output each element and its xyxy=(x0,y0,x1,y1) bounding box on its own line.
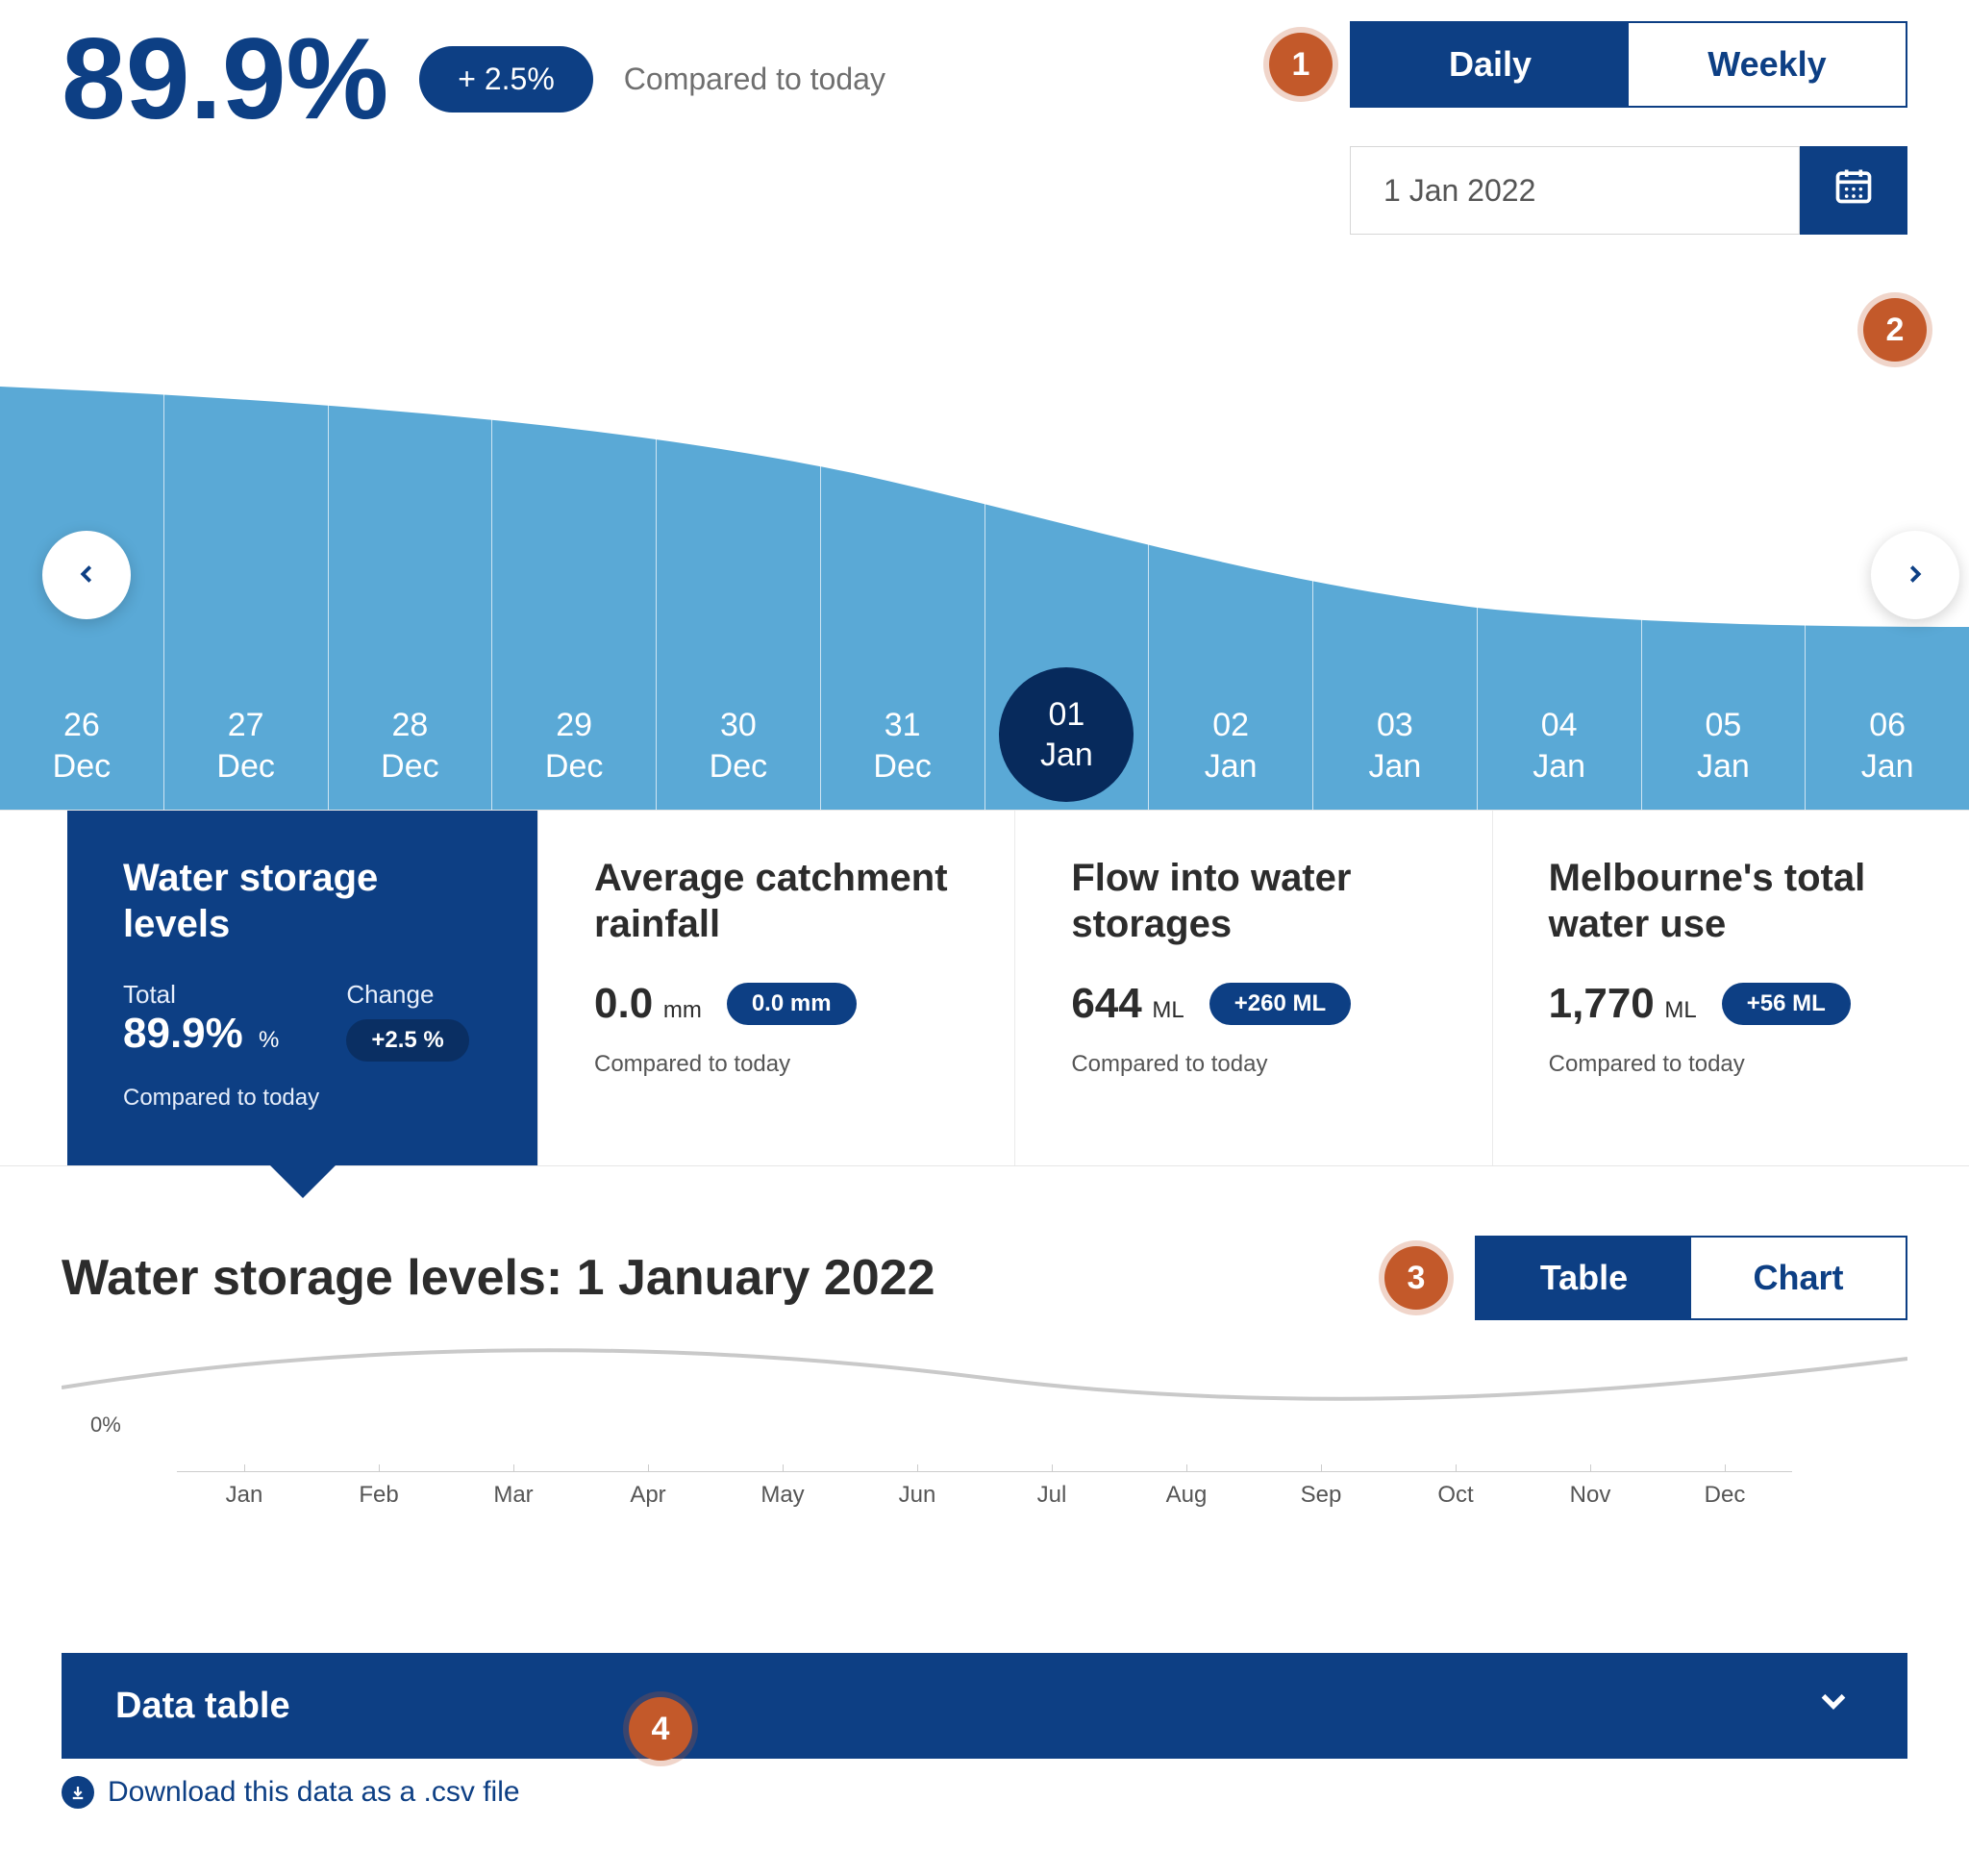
month-tick: Sep xyxy=(1254,1472,1388,1509)
card-compared: Compared to today xyxy=(1549,1051,1913,1078)
month-tick: Nov xyxy=(1523,1472,1657,1509)
calendar-icon xyxy=(1832,164,1875,217)
metric-cards: Water storage levels Total89.9% % Change +2… xyxy=(0,810,1969,1166)
day-label: 28Dec xyxy=(329,705,492,787)
toggle-daily-button[interactable]: Daily xyxy=(1352,23,1629,106)
month-tick: Apr xyxy=(581,1472,715,1509)
day-label: 02Jan xyxy=(1149,705,1312,787)
card-title: Melbourne's total water use xyxy=(1549,855,1913,947)
current-percentage: 89.9% xyxy=(62,21,388,137)
step-badge-1: 1 xyxy=(1269,33,1333,96)
card-title: Flow into water storages xyxy=(1071,855,1435,947)
toggle-weekly-button[interactable]: Weekly xyxy=(1629,23,1906,106)
month-tick: Jul xyxy=(984,1472,1119,1509)
download-label: Download this data as a .csv file xyxy=(108,1776,520,1809)
card-compared: Compared to today xyxy=(594,1051,959,1078)
card-delta-pill: +260 ML xyxy=(1209,983,1351,1025)
download-row: Download this data as a .csv file 4 xyxy=(62,1776,1907,1809)
chevron-down-icon xyxy=(1813,1681,1854,1731)
toggle-table-button[interactable]: Table xyxy=(1477,1238,1691,1318)
card-value: 89.9% % xyxy=(123,1010,279,1058)
data-table-accordion[interactable]: Data table xyxy=(62,1653,1907,1759)
chevron-right-icon xyxy=(1901,552,1930,598)
card-delta-pill: +56 ML xyxy=(1722,983,1851,1025)
accordion-label: Data table xyxy=(115,1686,290,1727)
detail-section: Water storage levels: 1 January 2022 3 T… xyxy=(0,1166,1969,1547)
day-column[interactable]: 04Jan xyxy=(1478,252,1642,810)
date-picker: 1 Jan 2022 xyxy=(1350,146,1907,235)
card-value: 644 ML xyxy=(1071,980,1184,1028)
day-label: 31Dec xyxy=(821,705,984,787)
month-tick: Dec xyxy=(1657,1472,1792,1509)
day-column[interactable]: 29Dec xyxy=(492,252,657,810)
day-label: 01Jan xyxy=(999,667,1134,802)
date-input[interactable]: 1 Jan 2022 xyxy=(1350,146,1800,235)
day-column[interactable]: 02Jan xyxy=(1149,252,1313,810)
month-tick: Aug xyxy=(1119,1472,1254,1509)
step-badge-2: 2 xyxy=(1863,298,1927,362)
step-badge-3: 3 xyxy=(1384,1246,1448,1310)
card-value: 1,770 ML xyxy=(1549,980,1697,1028)
metric-card[interactable]: Flow into water storages 644 ML +260 ML Com… xyxy=(1015,811,1492,1165)
card-compared: Compared to today xyxy=(123,1085,482,1112)
month-tick: May xyxy=(715,1472,850,1509)
day-label: 03Jan xyxy=(1313,705,1477,787)
daily-weekly-toggle: Daily Weekly xyxy=(1350,21,1907,108)
day-label: 30Dec xyxy=(657,705,820,787)
chevron-left-icon xyxy=(72,552,101,598)
step-badge-4: 4 xyxy=(629,1697,692,1761)
compared-label: Compared to today xyxy=(624,62,885,97)
day-label: 04Jan xyxy=(1478,705,1641,787)
metric-card[interactable]: Melbourne's total water use 1,770 ML +56 M… xyxy=(1493,811,1969,1165)
month-tick: Mar xyxy=(446,1472,581,1509)
month-tick: Oct xyxy=(1388,1472,1523,1509)
toggle-chart-button[interactable]: Chart xyxy=(1691,1238,1906,1318)
day-label: 26Dec xyxy=(0,705,163,787)
card-delta-pill: 0.0 mm xyxy=(727,983,857,1025)
delta-badge: + 2.5% xyxy=(419,46,593,113)
month-tick: Jun xyxy=(850,1472,984,1509)
download-icon xyxy=(62,1776,94,1809)
month-tick: Jan xyxy=(177,1472,312,1509)
day-column[interactable]: 01Jan xyxy=(985,252,1150,810)
card-sublabel: Total xyxy=(123,980,279,1010)
day-column[interactable]: 30Dec xyxy=(657,252,821,810)
day-label: 27Dec xyxy=(164,705,328,787)
day-column[interactable]: 31Dec xyxy=(821,252,985,810)
metric-card[interactable]: Water storage levels Total89.9% % Change +2… xyxy=(67,811,538,1165)
year-axis-chart: 0% JanFebMarAprMayJunJulAugSepOctNovDec xyxy=(62,1374,1907,1509)
day-column[interactable]: 27Dec xyxy=(164,252,329,810)
day-column[interactable]: 03Jan xyxy=(1313,252,1478,810)
card-compared: Compared to today xyxy=(1071,1051,1435,1078)
download-csv-link[interactable]: Download this data as a .csv file xyxy=(62,1776,520,1809)
header: 89.9% + 2.5% Compared to today 1 Daily W… xyxy=(0,0,1969,252)
day-label: 05Jan xyxy=(1642,705,1806,787)
day-label: 06Jan xyxy=(1806,705,1969,787)
card-delta-pill: +2.5 % xyxy=(346,1019,468,1062)
day-area-chart: 26Dec27Dec28Dec29Dec30Dec31Dec01Jan02Jan… xyxy=(0,252,1969,810)
table-chart-toggle: Table Chart xyxy=(1475,1236,1907,1320)
month-tick: Feb xyxy=(312,1472,446,1509)
day-label: 29Dec xyxy=(492,705,656,787)
card-value: 0.0 mm xyxy=(594,980,702,1028)
detail-title: Water storage levels: 1 January 2022 xyxy=(62,1249,935,1307)
next-day-button[interactable] xyxy=(1871,531,1959,619)
card-title: Average catchment rainfall xyxy=(594,855,959,947)
day-column[interactable]: 05Jan xyxy=(1642,252,1807,810)
prev-day-button[interactable] xyxy=(42,531,131,619)
card-title: Water storage levels xyxy=(123,855,482,947)
y-axis-label: 0% xyxy=(90,1413,121,1438)
card-sublabel: Change xyxy=(346,980,468,1010)
metric-card[interactable]: Average catchment rainfall 0.0 mm 0.0 mm Co… xyxy=(538,811,1015,1165)
calendar-button[interactable] xyxy=(1800,146,1907,235)
day-column[interactable]: 28Dec xyxy=(329,252,493,810)
